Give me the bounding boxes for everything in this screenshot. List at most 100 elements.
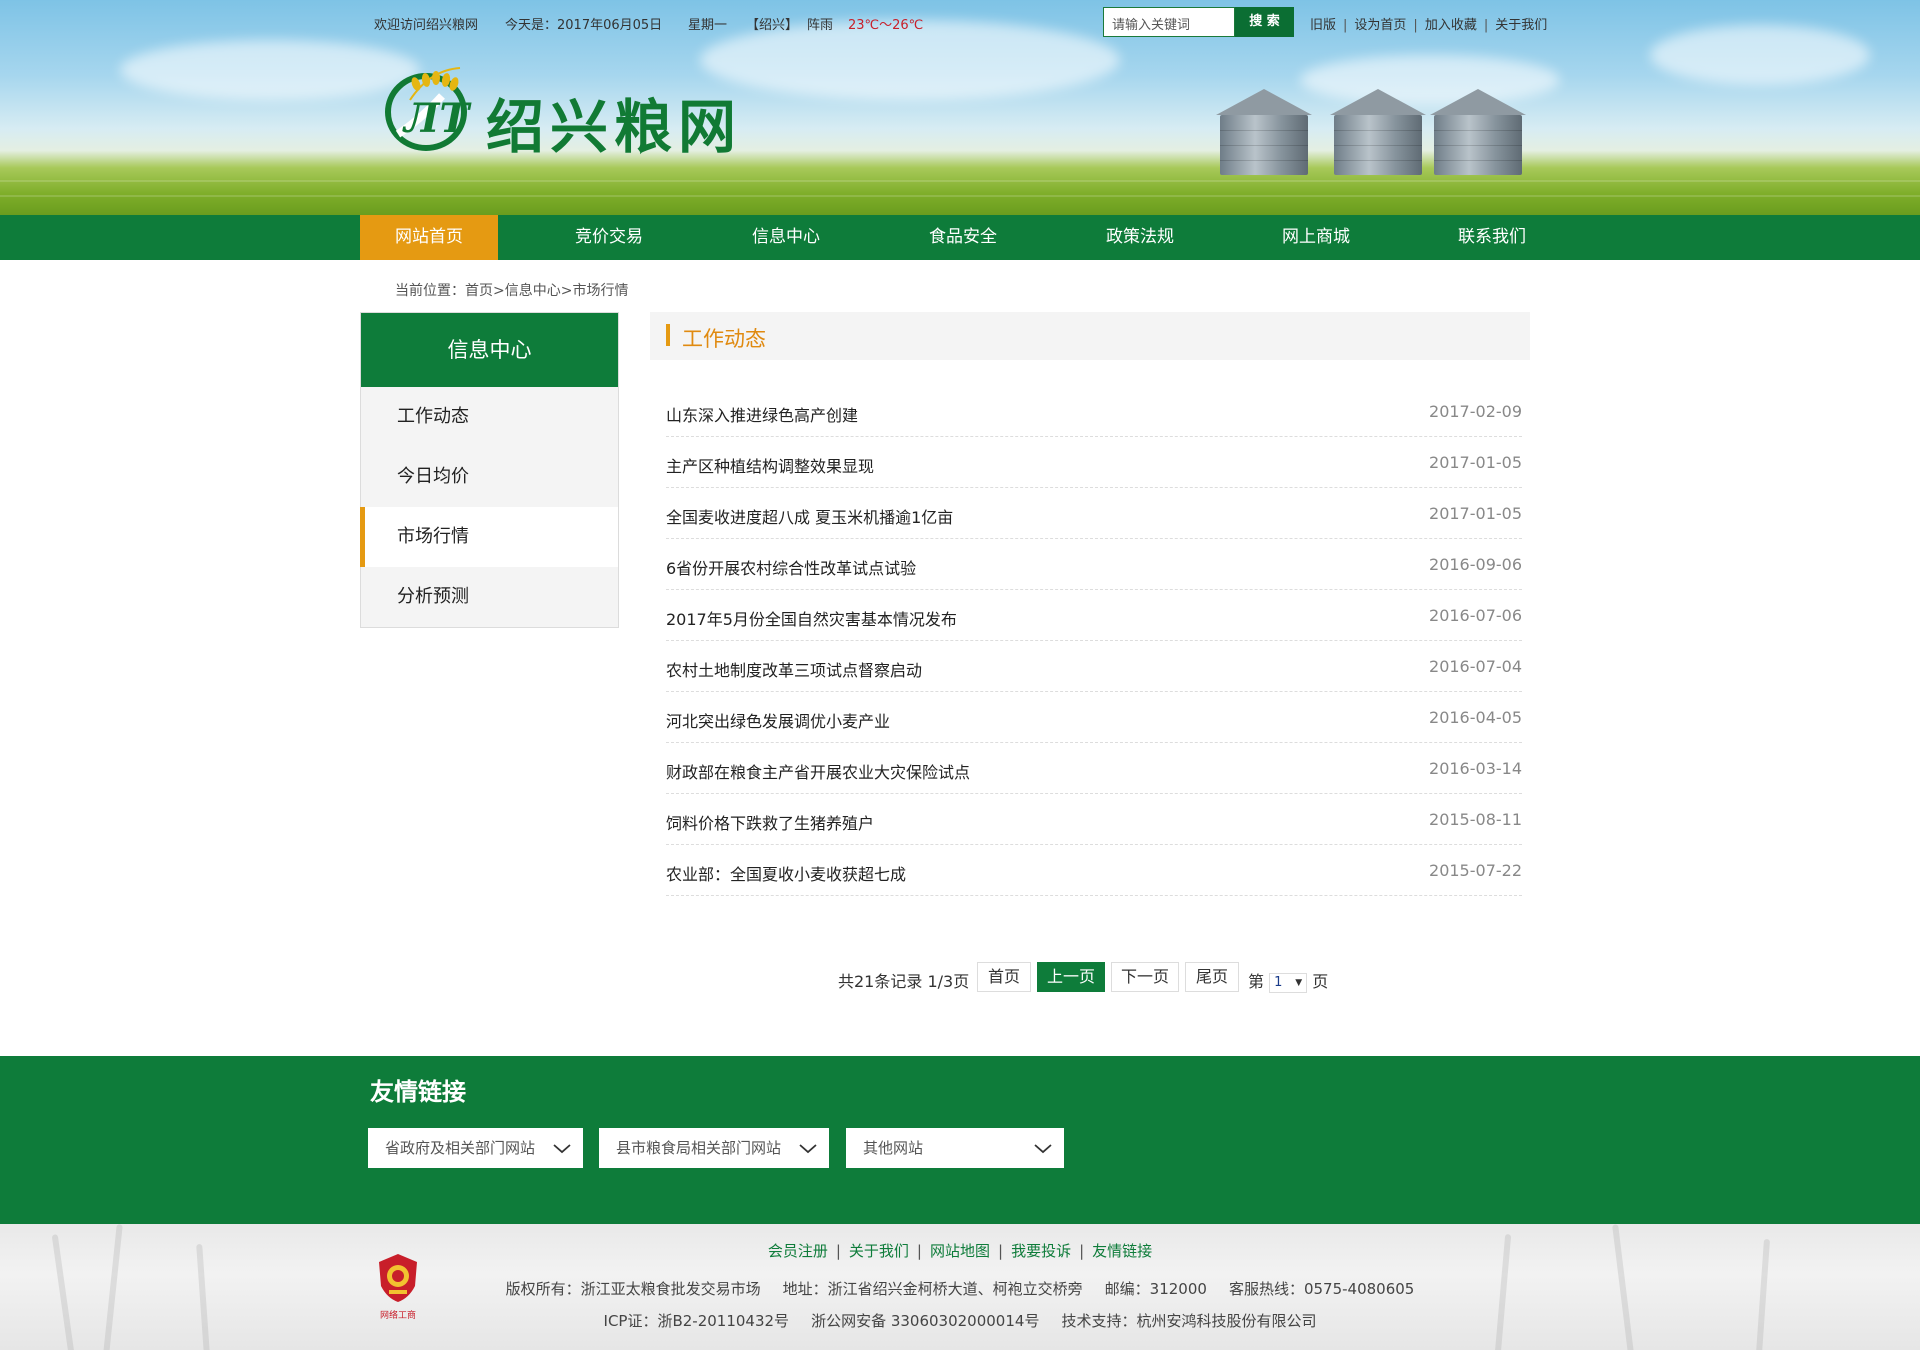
silo-image xyxy=(1216,89,1312,175)
news-date: 2015-08-11 xyxy=(1429,810,1522,829)
welcome-text: 欢迎访问绍兴粮网 xyxy=(374,18,479,33)
footer-support: 技术支持：杭州安鸿科技股份有限公司 xyxy=(1061,1312,1317,1330)
sidebar-item-average-price[interactable]: 今日均价 xyxy=(361,447,618,507)
sidebar-title: 信息中心 xyxy=(361,313,618,387)
friend-links-section: 友情链接 省政府及相关部门网站 县市粮食局相关部门网站 其他网站 xyxy=(0,1056,1920,1224)
news-title[interactable]: 全国麦收进度超八成 夏玉米机播逾1亿亩 xyxy=(666,504,953,528)
breadcrumb[interactable]: 当前位置：首页>信息中心>市场行情 xyxy=(395,280,628,300)
logo-title: 绍兴粮网 xyxy=(486,93,743,161)
nav-item-mall[interactable]: 网上商城 xyxy=(1247,215,1385,260)
add-favorite-link[interactable]: 加入收藏 xyxy=(1425,18,1477,33)
dropdown-label: 其他网站 xyxy=(863,1139,924,1157)
weekday-text: 星期一 xyxy=(688,18,728,33)
list-item[interactable]: 饲料价格下跌救了生猪养殖户 2015-08-11 xyxy=(666,794,1522,845)
news-date: 2017-01-05 xyxy=(1429,453,1522,472)
old-version-link[interactable]: 旧版 xyxy=(1310,18,1336,33)
prev-page-button[interactable]: 上一页 xyxy=(1037,962,1105,992)
nav-item-policy[interactable]: 政策法规 xyxy=(1071,215,1209,260)
list-item[interactable]: 河北突出绿色发展调优小麦产业 2016-04-05 xyxy=(666,692,1522,743)
sidebar-item-work-news[interactable]: 工作动态 xyxy=(361,387,618,447)
footer-link-friends[interactable]: 友情链接 xyxy=(1092,1242,1152,1260)
news-title[interactable]: 2017年5月份全国自然灾害基本情况发布 xyxy=(666,606,957,630)
city-text: 【绍兴】 xyxy=(746,18,799,33)
sidebar-item-market[interactable]: 市场行情 xyxy=(360,507,618,567)
news-title[interactable]: 农村土地制度改革三项试点督察启动 xyxy=(666,657,922,681)
news-title[interactable]: 农业部：全国夏收小麦收获超七成 xyxy=(666,861,906,885)
about-us-link[interactable]: 关于我们 xyxy=(1495,18,1547,33)
temperature-text: 23℃～26℃ xyxy=(848,18,924,33)
nav-item-home[interactable]: 网站首页 xyxy=(360,215,498,260)
site-logo[interactable]: ЛТ 绍兴粮网 xyxy=(380,60,780,161)
next-page-button[interactable]: 下一页 xyxy=(1111,962,1179,992)
first-page-button[interactable]: 首页 xyxy=(977,962,1031,992)
news-date: 2015-07-22 xyxy=(1429,861,1522,880)
footer-links: 会员注册 | 关于我们 | 网站地图 | 我要投诉 | 友情链接 xyxy=(767,1242,1153,1260)
news-date: 2016-09-06 xyxy=(1429,555,1522,574)
search-button[interactable]: 搜 索 xyxy=(1235,7,1294,37)
logo-emblem-icon: ЛТ xyxy=(385,67,472,151)
footer-address: 地址：浙江省绍兴金柯桥大道、柯袍立交桥旁 xyxy=(782,1280,1083,1298)
list-item[interactable]: 2017年5月份全国自然灾害基本情况发布 2016-07-06 xyxy=(666,590,1522,641)
top-links: 旧版 | 设为首页 | 加入收藏 | 关于我们 xyxy=(1310,18,1548,33)
footer-icp: ICP证：浙B2-20110432号 xyxy=(603,1312,790,1330)
footer-copyright: 版权所有：浙江亚太粮食批发交易市场 xyxy=(505,1280,761,1298)
sidebar: 信息中心 工作动态 今日均价 市场行情 分析预测 xyxy=(360,312,619,628)
weather-text: 阵雨 xyxy=(807,18,834,33)
footer-postcode: 邮编：312000 xyxy=(1104,1280,1207,1298)
section-title: 工作动态 xyxy=(682,327,766,351)
page-select[interactable]: 1 ▼ xyxy=(1269,972,1308,993)
top-bar: 欢迎访问绍兴粮网 今天是：2017年06月05日 星期一 【绍兴】 阵雨 23℃… xyxy=(0,0,1920,44)
list-item[interactable]: 农业部：全国夏收小麦收获超七成 2015-07-22 xyxy=(666,845,1522,896)
news-title[interactable]: 财政部在粮食主产省开展农业大灾保险试点 xyxy=(666,759,970,783)
footer-link-register[interactable]: 会员注册 xyxy=(768,1242,828,1260)
list-item[interactable]: 山东深入推进绿色高产创建 2017-02-09 xyxy=(666,386,1522,437)
footer-hotline: 客服热线：0575-4080605 xyxy=(1228,1280,1415,1298)
caret-down-icon: ▼ xyxy=(1295,977,1303,988)
news-date: 2016-07-04 xyxy=(1429,657,1522,676)
nav-item-food-safety[interactable]: 食品安全 xyxy=(894,215,1032,260)
date-text: 今天是：2017年06月05日 xyxy=(505,18,663,33)
list-item[interactable]: 农村土地制度改革三项试点督察启动 2016-07-04 xyxy=(666,641,1522,692)
nav-item-info-center[interactable]: 信息中心 xyxy=(717,215,855,260)
chevron-down-icon xyxy=(553,1144,571,1154)
nav-item-contact[interactable]: 联系我们 xyxy=(1423,215,1561,260)
footer-link-about[interactable]: 关于我们 xyxy=(849,1242,909,1260)
section-header: 工作动态 xyxy=(650,312,1530,360)
main-nav: 网站首页 竞价交易 信息中心 食品安全 政策法规 网上商城 联系我们 xyxy=(0,215,1920,260)
nav-item-bidding[interactable]: 竞价交易 xyxy=(540,215,678,260)
set-homepage-link[interactable]: 设为首页 xyxy=(1354,18,1406,33)
list-item[interactable]: 6省份开展农村综合性改革试点试验 2016-09-06 xyxy=(666,539,1522,590)
page-jump: 第 1 ▼ 页 xyxy=(1248,968,1328,993)
news-title[interactable]: 主产区种植结构调整效果显现 xyxy=(666,453,874,477)
news-date: 2016-03-14 xyxy=(1429,759,1522,778)
list-item[interactable]: 主产区种植结构调整效果显现 2017-01-05 xyxy=(666,437,1522,488)
news-title[interactable]: 6省份开展农村综合性改革试点试验 xyxy=(666,555,916,579)
search-input[interactable]: 请输入关键词 xyxy=(1103,7,1235,37)
news-date: 2017-01-05 xyxy=(1429,504,1522,523)
last-page-button[interactable]: 尾页 xyxy=(1185,962,1239,992)
footer-police: 浙公网安备 33060302000014号 xyxy=(811,1312,1040,1330)
news-title[interactable]: 河北突出绿色发展调优小麦产业 xyxy=(666,708,890,732)
list-item[interactable]: 财政部在粮食主产省开展农业大灾保险试点 2016-03-14 xyxy=(666,743,1522,794)
chevron-down-icon xyxy=(1034,1144,1052,1154)
news-title[interactable]: 饲料价格下跌救了生猪养殖户 xyxy=(666,810,874,834)
news-title[interactable]: 山东深入推进绿色高产创建 xyxy=(666,402,858,426)
page-jump-suffix: 页 xyxy=(1312,972,1329,991)
record-count: 共21条记录 1/3页 xyxy=(838,972,970,991)
section-accent-bar xyxy=(666,324,670,346)
page-select-value: 1 xyxy=(1274,974,1283,990)
news-date: 2016-04-05 xyxy=(1429,708,1522,727)
chevron-down-icon xyxy=(799,1144,817,1154)
page-jump-prefix: 第 xyxy=(1248,972,1265,991)
footer-link-complaint[interactable]: 我要投诉 xyxy=(1011,1242,1071,1260)
friend-links-dropdown-other[interactable]: 其他网站 xyxy=(846,1128,1064,1168)
friend-links-dropdown-county[interactable]: 县市粮食局相关部门网站 xyxy=(599,1128,829,1168)
footer-info-line-2: ICP证：浙B2-20110432号 浙公网安备 33060302000014号 技… xyxy=(0,1310,1920,1331)
footer-link-sitemap[interactable]: 网站地图 xyxy=(930,1242,990,1260)
list-item[interactable]: 全国麦收进度超八成 夏玉米机播逾1亿亩 2017-01-05 xyxy=(666,488,1522,539)
news-date: 2016-07-06 xyxy=(1429,606,1522,625)
friend-links-dropdown-province[interactable]: 省政府及相关部门网站 xyxy=(368,1128,583,1168)
sidebar-item-forecast[interactable]: 分析预测 xyxy=(361,567,618,627)
silo-image xyxy=(1430,89,1526,175)
dropdown-label: 省政府及相关部门网站 xyxy=(385,1139,536,1157)
